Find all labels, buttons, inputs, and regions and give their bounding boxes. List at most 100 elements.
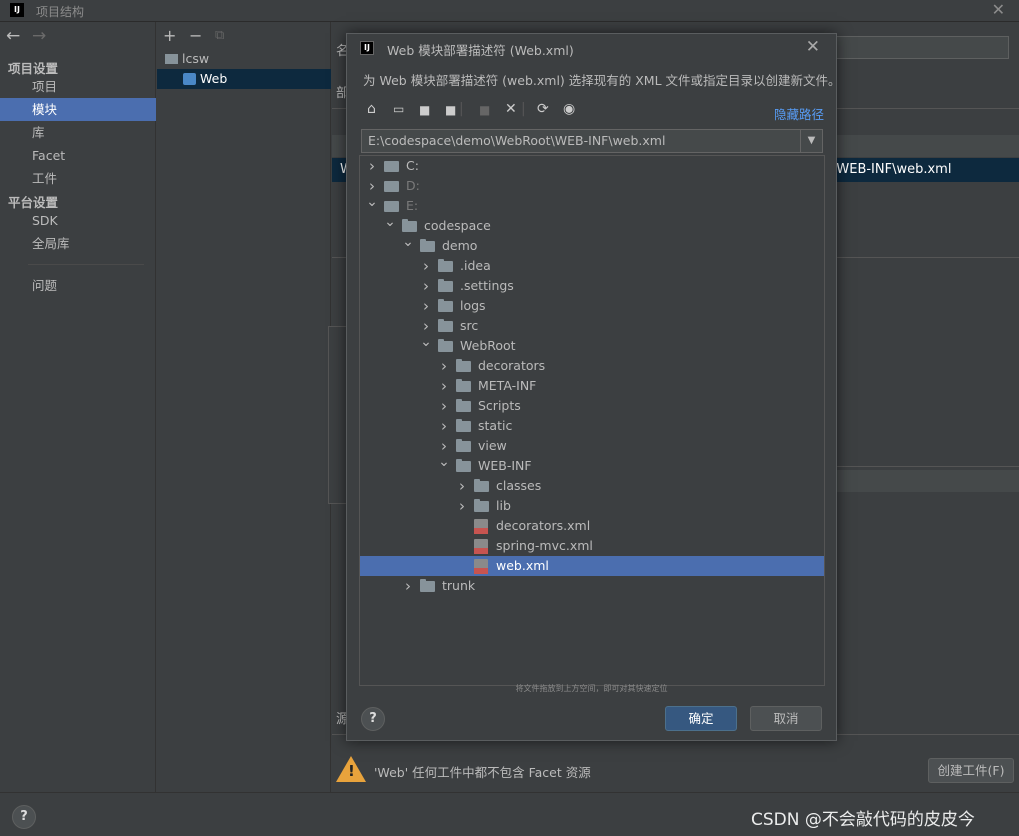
chevron-down-icon[interactable]: ⌄	[438, 452, 450, 472]
path-history-dropdown-icon[interactable]: ▼	[800, 130, 822, 152]
desktop-icon[interactable]: ▭	[393, 102, 404, 116]
folder-icon	[420, 239, 435, 252]
module-tree-item-lcsw[interactable]: lcsw	[157, 49, 331, 69]
refresh-icon[interactable]: ⟳	[537, 101, 549, 117]
file-tree-label: static	[478, 418, 513, 433]
window-close-icon[interactable]: ✕	[992, 0, 1005, 19]
module-name-input[interactable]	[810, 36, 1009, 59]
file-tree-folder[interactable]: › view	[360, 436, 824, 456]
remove-icon[interactable]: −	[189, 26, 202, 45]
folder-icon	[420, 579, 435, 592]
file-tree-file[interactable]: web.xml	[360, 556, 824, 576]
help-button[interactable]: ?	[12, 805, 36, 829]
module-folder-icon[interactable]: ■	[445, 103, 456, 117]
folder-icon	[456, 379, 471, 392]
sidebar-item-modules[interactable]: 模块	[0, 98, 156, 121]
file-tree-folder[interactable]: › .idea	[360, 256, 824, 276]
chevron-right-icon[interactable]: ›	[438, 376, 450, 396]
folder-icon	[438, 259, 453, 272]
drag-drop-hint: 将文件拖放到上方空间，即可对其快速定位	[515, 684, 668, 693]
chevron-down-icon[interactable]: ⌄	[366, 192, 378, 212]
file-tree-file[interactable]: spring-mvc.xml	[360, 536, 824, 556]
sidebar-item-global-libraries[interactable]: 全局库	[0, 232, 156, 255]
ok-button[interactable]: 确定	[665, 706, 737, 731]
folder-icon	[438, 319, 453, 332]
file-tree-folder[interactable]: › trunk	[360, 576, 824, 596]
file-tree-folder[interactable]: ⌄ codespace	[360, 214, 824, 236]
xml-file-icon	[474, 539, 488, 554]
chevron-right-icon[interactable]: ›	[456, 496, 468, 516]
create-artifact-button[interactable]: 创建工件(F)	[928, 758, 1014, 783]
sidebar-item-facets[interactable]: Facet	[0, 144, 156, 167]
chevron-down-icon[interactable]: ⌄	[402, 232, 414, 252]
file-tree-label: classes	[496, 478, 542, 493]
add-icon[interactable]: +	[163, 26, 176, 45]
settings-sidebar: ← → 项目设置 项目 模块 库 Facet 工件 平台设置 SDK 全局库 问…	[0, 22, 156, 792]
file-tree-folder[interactable]: › static	[360, 416, 824, 436]
folder-icon	[402, 219, 417, 232]
file-tree-folder[interactable]: › classes	[360, 476, 824, 496]
file-tree-label: D:	[406, 178, 420, 193]
xml-file-icon	[474, 519, 488, 534]
file-tree-label: trunk	[442, 578, 476, 593]
file-tree-label: codespace	[424, 218, 491, 233]
sidebar-item-artifacts[interactable]: 工件	[0, 167, 156, 190]
file-tree-label: .settings	[460, 278, 514, 293]
folder-icon	[438, 279, 453, 292]
file-tree-folder[interactable]: › META-INF	[360, 376, 824, 396]
hide-path-link[interactable]: 隐藏路径	[774, 104, 824, 123]
file-tree-folder[interactable]: › decorators	[360, 356, 824, 376]
path-input[interactable]: E:\codespace\demo\WebRoot\WEB-INF\web.xm…	[361, 129, 823, 153]
window-titlebar: IJ 项目结构 ✕	[0, 0, 1019, 22]
delete-icon[interactable]: ✕	[505, 101, 517, 117]
sidebar-item-project[interactable]: 项目	[0, 75, 156, 98]
file-tree-folder[interactable]: ⌄ demo	[360, 234, 824, 256]
module-tree-item-web[interactable]: Web	[157, 69, 331, 89]
folder-icon	[438, 339, 453, 352]
file-tree-file[interactable]: decorators.xml	[360, 516, 824, 536]
file-tree-folder[interactable]: ⌄ WebRoot	[360, 334, 824, 356]
dialog-help-button[interactable]: ?	[361, 707, 385, 731]
folder-icon	[474, 499, 489, 512]
chevron-down-icon[interactable]: ⌄	[384, 212, 396, 232]
dialog-close-icon[interactable]: ✕	[806, 37, 820, 57]
dialog-title: Web 模块部署描述符 (Web.xml)	[387, 43, 574, 58]
show-hidden-icon[interactable]: ◉	[563, 101, 575, 117]
module-label: Web	[200, 71, 228, 86]
chevron-right-icon[interactable]: ›	[366, 156, 378, 176]
file-tree-folder[interactable]: › logs	[360, 296, 824, 316]
sidebar-item-libraries[interactable]: 库	[0, 121, 156, 144]
file-tree-label: demo	[442, 238, 478, 253]
copy-icon[interactable]: ⧉	[215, 28, 224, 43]
chevron-right-icon[interactable]: ›	[438, 396, 450, 416]
file-tree-folder[interactable]: ⌄ E:	[360, 194, 824, 216]
file-tree-folder[interactable]: › D:	[360, 176, 824, 196]
project-folder-icon[interactable]: ■	[419, 103, 430, 117]
forward-arrow-icon[interactable]: →	[32, 26, 46, 46]
folder-icon	[456, 359, 471, 372]
file-tree-folder[interactable]: › C:	[360, 156, 824, 176]
file-tree-folder[interactable]: › .settings	[360, 276, 824, 296]
file-tree-label: src	[460, 318, 479, 333]
back-arrow-icon[interactable]: ←	[6, 26, 20, 46]
chevron-right-icon[interactable]: ›	[438, 356, 450, 376]
file-tree-folder[interactable]: › lib	[360, 496, 824, 516]
chevron-right-icon[interactable]: ›	[438, 416, 450, 436]
folder-icon	[456, 399, 471, 412]
chevron-right-icon[interactable]: ›	[420, 276, 432, 296]
intellij-logo-icon: IJ	[10, 3, 24, 17]
chevron-right-icon[interactable]: ›	[420, 256, 432, 276]
file-tree[interactable]: › C: › D: ⌄ E: ⌄ codespace ⌄ demo › .idea › .settings…	[359, 155, 825, 686]
chevron-down-icon[interactable]: ⌄	[420, 332, 432, 352]
chevron-right-icon[interactable]: ›	[402, 576, 414, 596]
cancel-button[interactable]: 取消	[750, 706, 822, 731]
chevron-right-icon[interactable]: ›	[456, 476, 468, 496]
chevron-right-icon[interactable]: ›	[420, 296, 432, 316]
file-tree-label: logs	[460, 298, 486, 313]
new-folder-icon[interactable]: ■	[479, 103, 490, 117]
file-tree-folder[interactable]: ⌄ WEB-INF	[360, 454, 824, 476]
file-tree-folder[interactable]: › Scripts	[360, 396, 824, 416]
sidebar-item-problems[interactable]: 问题	[0, 274, 156, 297]
home-icon[interactable]: ⌂	[367, 101, 376, 117]
sidebar-item-sdks[interactable]: SDK	[0, 209, 156, 232]
